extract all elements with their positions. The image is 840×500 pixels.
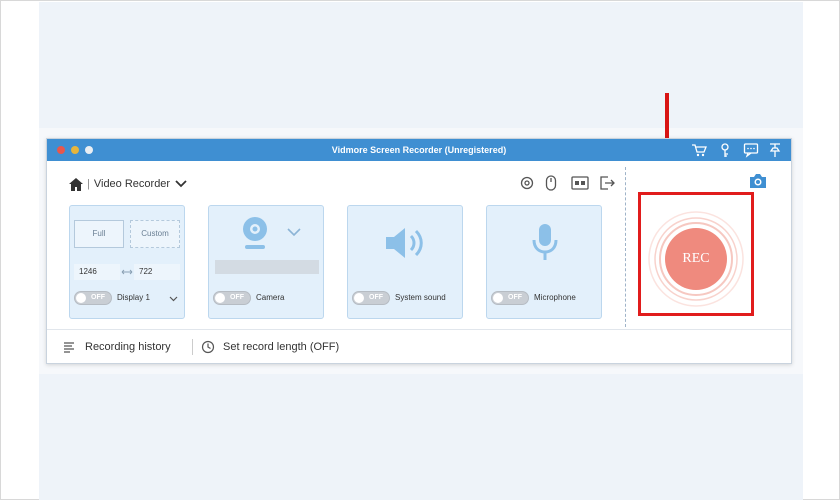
bottom-bar: Recording history Set record length (OFF… xyxy=(47,329,791,363)
record-length-label: Set record length (OFF) xyxy=(223,341,340,353)
camera-card[interactable]: OFF Camera xyxy=(208,205,324,319)
full-screen-option[interactable]: Full xyxy=(74,220,124,248)
window-title: Vidmore Screen Recorder (Unregistered) xyxy=(331,145,507,155)
home-icon[interactable] xyxy=(69,177,83,191)
chevron-down-icon[interactable] xyxy=(175,179,187,189)
pin-icon[interactable] xyxy=(767,142,783,158)
camera-toggle[interactable]: OFF xyxy=(213,291,251,305)
key-icon[interactable] xyxy=(717,142,733,158)
microphone-card[interactable]: OFF Microphone xyxy=(486,205,602,319)
system-sound-toggle[interactable]: OFF xyxy=(352,291,390,305)
display-toggle[interactable]: OFF xyxy=(74,291,112,305)
feedback-icon[interactable] xyxy=(743,142,759,158)
rec-highlight-box xyxy=(638,192,754,316)
microphone-icon xyxy=(532,224,558,260)
mode-selector[interactable]: | Video Recorder xyxy=(69,175,187,193)
settings-icon[interactable] xyxy=(519,173,535,193)
timer-icon xyxy=(201,340,215,354)
recording-history-link[interactable]: Recording history xyxy=(63,330,171,364)
background-band-top xyxy=(39,2,803,128)
recording-history-label: Recording history xyxy=(85,341,171,353)
speaker-icon xyxy=(386,228,423,258)
cart-icon[interactable] xyxy=(691,142,707,158)
title-bar: Vidmore Screen Recorder (Unregistered) xyxy=(47,139,791,161)
microphone-label: Microphone xyxy=(534,293,576,302)
list-icon xyxy=(64,342,74,353)
mode-label[interactable]: Video Recorder xyxy=(94,178,170,190)
height-input[interactable]: 722 xyxy=(134,264,180,280)
display-dropdown-icon[interactable] xyxy=(169,296,178,302)
display-label: Display 1 xyxy=(117,293,150,302)
system-sound-label: System sound xyxy=(395,293,446,302)
bottom-divider xyxy=(192,339,193,355)
custom-region-option[interactable]: Custom xyxy=(130,220,180,248)
display-card[interactable]: Full Custom 1246 722 OFF Display 1 xyxy=(69,205,185,319)
exit-icon[interactable] xyxy=(599,173,615,193)
webcam-icon xyxy=(243,217,267,249)
mode-separator: | xyxy=(87,178,90,190)
mouse-icon[interactable] xyxy=(545,173,557,193)
camera-label: Camera xyxy=(256,293,285,302)
screenshot-camera-icon[interactable] xyxy=(748,172,768,190)
record-length-link[interactable]: Set record length (OFF) xyxy=(201,330,339,364)
mp4-format-icon[interactable] xyxy=(571,173,589,193)
background-band-bottom xyxy=(39,374,803,500)
width-input[interactable]: 1246 xyxy=(74,264,120,280)
microphone-toggle[interactable]: OFF xyxy=(491,291,529,305)
camera-preview-bar xyxy=(215,260,319,274)
system-sound-card[interactable]: OFF System sound xyxy=(347,205,463,319)
link-dimensions-icon[interactable] xyxy=(121,268,133,276)
section-divider xyxy=(625,167,626,327)
camera-dropdown-icon[interactable] xyxy=(287,228,301,237)
